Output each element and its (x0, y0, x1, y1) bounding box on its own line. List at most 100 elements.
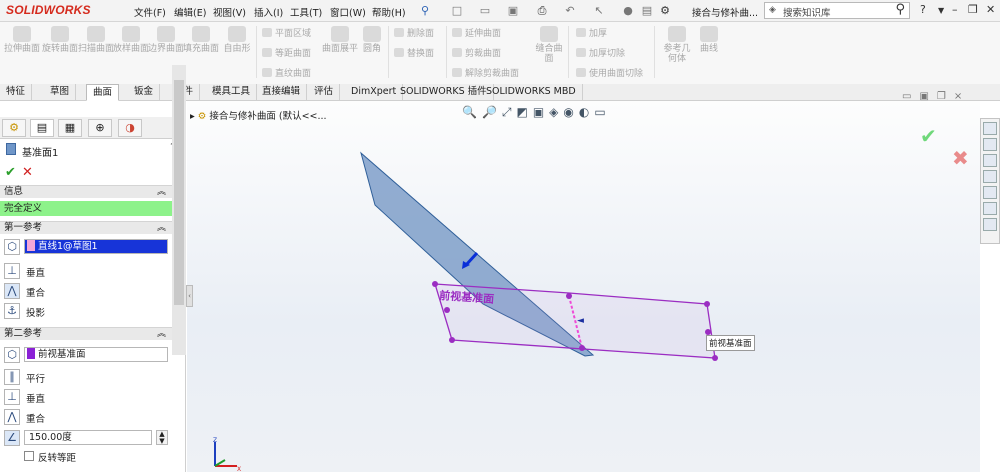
pin-icon[interactable]: ⚲ (418, 4, 432, 17)
dimxpert-manager-tab-icon[interactable]: ⊕ (88, 119, 112, 137)
menu-file[interactable]: 文件(F) (134, 5, 166, 19)
tab-mbd[interactable]: SOLIDWORKS MBD (480, 84, 583, 101)
tab-mold-tools[interactable]: 模具工具 (206, 84, 258, 101)
option-perpendicular[interactable]: ⊥ 垂直 (4, 263, 174, 281)
extruded-surface-tool[interactable]: 拉伸曲面 (4, 26, 40, 54)
menu-help[interactable]: 帮助(H) (372, 5, 406, 19)
angle-input[interactable]: 150.00度 (24, 430, 152, 445)
appearances-icon[interactable] (983, 186, 997, 199)
panel-collapse-handle[interactable]: ‹ (186, 285, 193, 307)
custom-properties-icon[interactable] (983, 202, 997, 215)
save-icon[interactable]: ▣ (506, 4, 520, 17)
menu-edit[interactable]: 编辑(E) (174, 5, 206, 19)
boundary-surface-tool[interactable]: 边界曲面 (148, 26, 184, 54)
revolved-surface-tool[interactable]: 旋转曲面 (42, 26, 78, 54)
feature-manager-tab-icon[interactable]: ⚙ (2, 119, 26, 137)
new-document-icon[interactable]: □ (450, 4, 464, 17)
property-manager-tab-icon[interactable]: ▤ (30, 119, 54, 137)
view-palette-icon[interactable] (983, 170, 997, 183)
tab-evaluate[interactable]: 评估 (308, 84, 341, 101)
task-pane-tabs (980, 118, 1000, 244)
tab-features[interactable]: 特征 (0, 84, 33, 101)
knit-surface-tool[interactable]: 缝合曲面 (534, 26, 564, 64)
tab-sketch[interactable]: 草图 (44, 84, 77, 101)
expand-icon[interactable]: ▸ (190, 111, 198, 122)
configuration-manager-tab-icon[interactable]: ▦ (58, 119, 82, 137)
cancel-x-icon[interactable]: ✕ (22, 165, 33, 180)
collapse-icon[interactable]: ︽ (157, 328, 166, 340)
model-view[interactable]: 前视基准面 ◄ (187, 101, 980, 472)
option-perpendicular-2[interactable]: ⊥ 垂直 (4, 389, 174, 407)
message-section-header[interactable]: 信息 ︽ (0, 185, 172, 198)
tab-direct-editing[interactable]: 直接编辑 (256, 84, 308, 101)
display-manager-tab-icon[interactable]: ◑ (118, 119, 142, 137)
filled-surface-tool[interactable]: 填充曲面 (183, 26, 219, 54)
lofted-surface-tool[interactable]: 放样曲面 (113, 26, 149, 54)
options-gear-icon[interactable]: ⚙ (658, 4, 672, 17)
ok-check-icon[interactable]: ✔ (5, 165, 16, 180)
help-dropdown-icon[interactable]: ▼ (938, 6, 944, 15)
search-input[interactable]: 搜索知识库 (783, 5, 831, 19)
offset-surface-tool[interactable]: 等距曲面 (262, 48, 311, 60)
print-icon[interactable]: ⎙ (535, 4, 549, 17)
delete-face-tool[interactable]: 删除面 (394, 28, 434, 40)
option-project[interactable]: ⚓ 投影 (4, 303, 174, 321)
option-coincident[interactable]: ⋀ 重合 (4, 283, 174, 301)
feature-tree-flyout[interactable]: ▸ ⚙ 接合与修补曲面 (默认<<... (190, 108, 327, 122)
confirm-ok-icon[interactable]: ✔ (920, 124, 937, 148)
panel-scrollbar-thumb[interactable] (174, 80, 184, 305)
surface-flatten-tool[interactable]: 曲面展平 (322, 26, 358, 54)
tab-sheet-metal[interactable]: 钣金 (128, 84, 161, 101)
help-icon[interactable]: ? (920, 3, 926, 16)
search-icon[interactable]: ⚲ (895, 2, 905, 17)
trim-surface-tool[interactable]: 剪裁曲面 (452, 48, 501, 60)
file-explorer-icon[interactable] (983, 154, 997, 167)
thicken-tool[interactable]: 加厚 (576, 28, 607, 40)
curves-tool[interactable]: 曲线 (694, 26, 724, 54)
minimize-icon[interactable]: – (952, 3, 958, 16)
heads-up-toolbar[interactable]: 🔍🔎⤢◩▣◈◉◐▭ (462, 105, 611, 120)
graphics-area[interactable]: 前视基准面 ◄ (187, 101, 980, 472)
home-icon[interactable] (983, 122, 997, 135)
rebuild-icon[interactable]: ● (621, 4, 635, 17)
extend-surface-tool[interactable]: 延伸曲面 (452, 28, 501, 40)
manager-tabs: ⚙ ▤ ▦ ⊕ ◑ (0, 117, 186, 139)
option-coincident-2[interactable]: ⋀ 重合 (4, 409, 174, 427)
confirm-cancel-icon[interactable]: ✖ (952, 146, 969, 170)
open-icon[interactable]: ▭ (478, 4, 492, 17)
menu-tools[interactable]: 工具(T) (290, 5, 322, 19)
replace-face-tool[interactable]: 替换面 (394, 48, 434, 60)
file-properties-icon[interactable]: ▤ (640, 4, 654, 17)
design-library-icon[interactable] (983, 138, 997, 151)
angle-spinner[interactable]: ▲ ▼ (156, 430, 168, 445)
reference-geometry-tool[interactable]: 参考几何体 (660, 26, 694, 64)
close-icon[interactable]: ✕ (986, 3, 995, 16)
first-reference-field[interactable]: 直线1@草图1 (24, 239, 168, 254)
first-reference-header[interactable]: 第一参考 ︽ (0, 221, 172, 234)
swept-surface-tool[interactable]: 扫描曲面 (78, 26, 114, 54)
option-parallel[interactable]: ∥ 平行 (4, 369, 174, 387)
knowledge-search-box[interactable]: ◈ 搜索知识库 ⚲ (764, 2, 910, 19)
viewport-window-controls[interactable]: ▭▣❐× (902, 91, 970, 102)
forum-icon[interactable] (983, 218, 997, 231)
tab-surfaces[interactable]: 曲面 (86, 84, 120, 101)
ruled-surface-tool[interactable]: 直纹曲面 (262, 68, 311, 80)
planar-surface-tool[interactable]: 平面区域 (262, 28, 311, 40)
select-icon[interactable]: ↖ (592, 4, 606, 17)
surface-cut-tool[interactable]: 使用曲面切除 (576, 68, 643, 80)
menu-insert[interactable]: 插入(I) (254, 5, 283, 19)
untrim-surface-tool[interactable]: 解除剪裁曲面 (452, 68, 519, 80)
tab-add-ins[interactable]: SOLIDWORKS 插件 (394, 84, 494, 101)
second-reference-field[interactable]: 前视基准面 (24, 347, 168, 362)
reverse-checkbox[interactable] (24, 451, 34, 461)
collapse-icon[interactable]: ︽ (157, 186, 166, 198)
menu-window[interactable]: 窗口(W) (330, 5, 366, 19)
second-reference-header[interactable]: 第二参考 ︽ (0, 327, 172, 340)
restore-icon[interactable]: ❐ (968, 3, 978, 16)
undo-icon[interactable]: ↶ (563, 4, 577, 17)
freeform-tool[interactable]: 自由形 (219, 26, 255, 54)
collapse-icon[interactable]: ︽ (157, 222, 166, 234)
menu-view[interactable]: 视图(V) (213, 5, 246, 19)
thickened-cut-tool[interactable]: 加厚切除 (576, 48, 625, 60)
fillet-tool[interactable]: 圆角 (354, 26, 390, 54)
